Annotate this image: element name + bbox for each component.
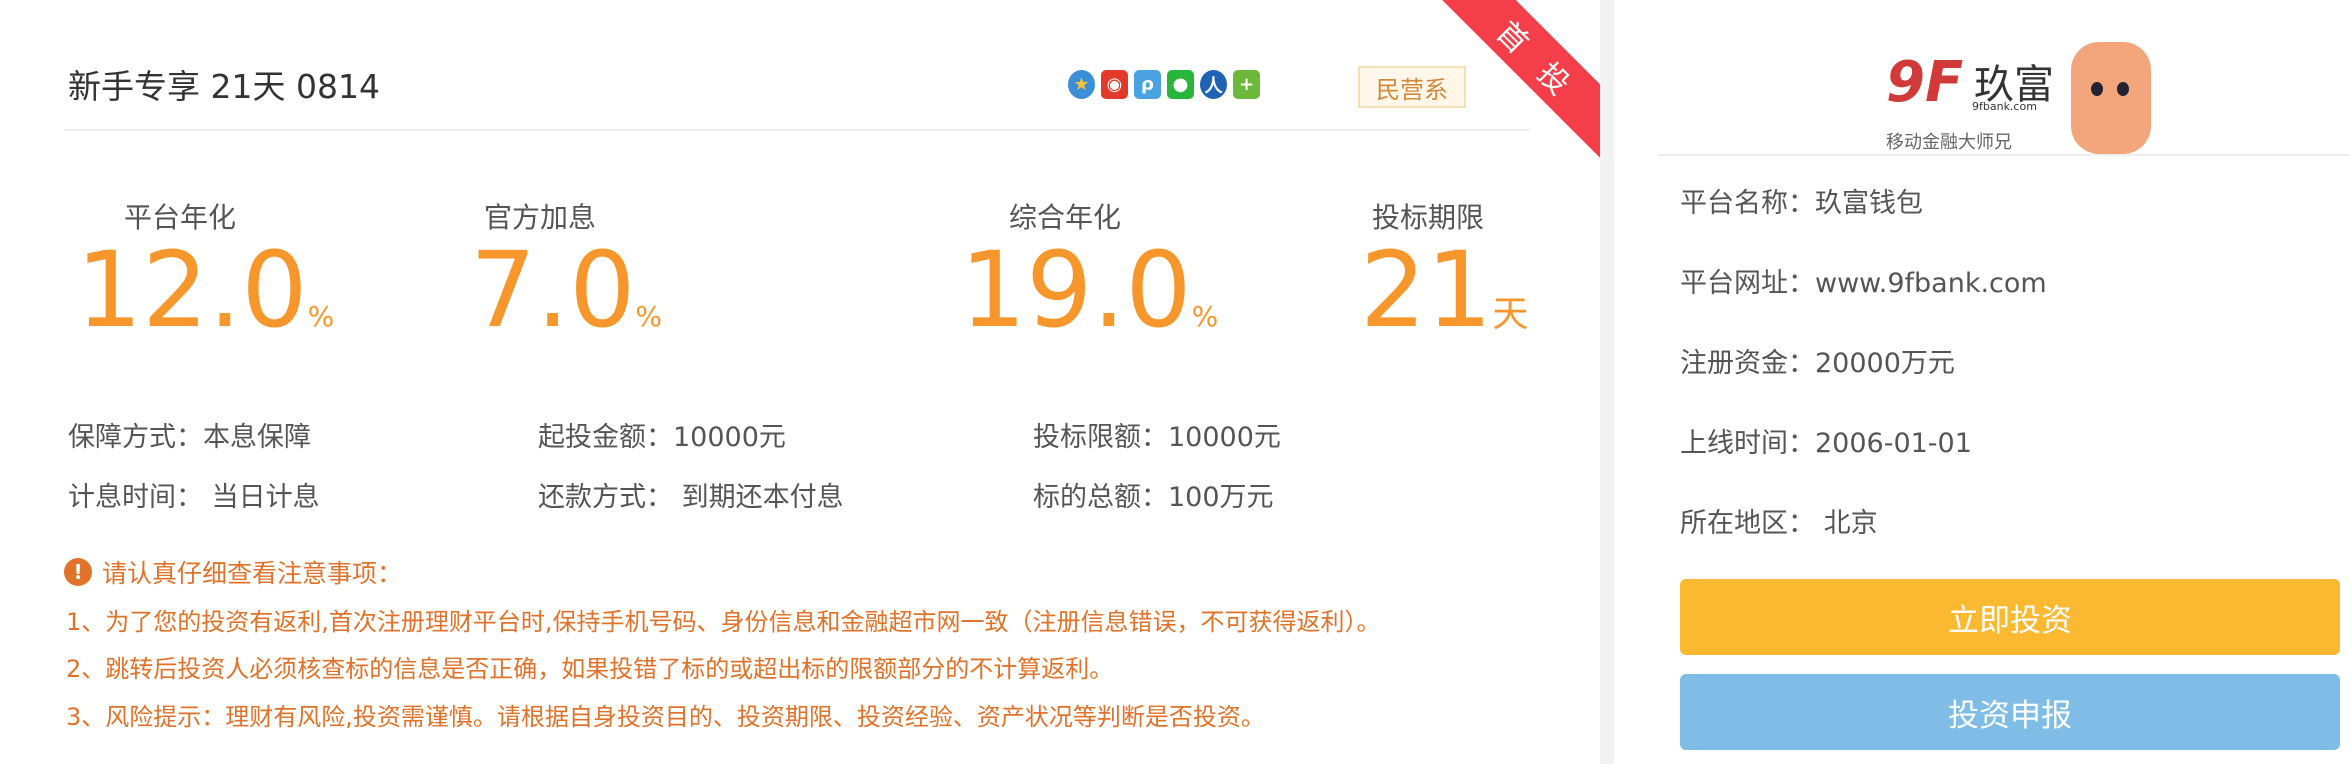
launch-date: 上线时间：2006-01-01	[1680, 428, 1972, 459]
renren-icon[interactable]: 人	[1200, 70, 1227, 99]
info-item: 计息时间： 当日计息	[68, 482, 320, 513]
more-share-icon[interactable]: +	[1233, 70, 1260, 99]
notice-item: 2、跳转后投资人必须核查标的信息是否正确，如果投错了标的或超出标的限额部分的不计…	[66, 655, 1114, 683]
platform-name: 平台名称：玖富钱包	[1680, 188, 1923, 219]
divider	[1658, 154, 2350, 156]
product-title: 新手专享 21天 0814	[68, 67, 380, 106]
registered-capital: 注册资金：20000万元	[1680, 348, 1955, 379]
company-type-tag: 民营系	[1358, 66, 1466, 108]
platform-logo: 9F 玖富 9fbank.com 移动金融大师兄	[1886, 42, 2176, 167]
info-item: 还款方式： 到期还本付息	[538, 482, 844, 513]
notice-item: 1、为了您的投资有返利,首次注册理财平台时,保持手机号码、身份信息和金融超市网一…	[66, 608, 1381, 636]
invest-now-button[interactable]: 立即投资	[1680, 579, 2340, 655]
notice-item: 3、风险提示：理财有风险,投资需谨慎。请根据自身投资目的、投资期限、投资经验、资…	[66, 703, 1265, 731]
total-rate: 19.0%	[960, 229, 1219, 351]
platform-url[interactable]: 平台网址：www.9fbank.com	[1680, 261, 2047, 300]
info-item: 起投金额：10000元	[538, 422, 786, 453]
logo-slogan: 移动金融大师兄	[1886, 132, 2012, 153]
platform-rate: 12.0%	[76, 229, 335, 351]
weibo-icon[interactable]: ◉	[1101, 70, 1128, 99]
wechat-icon[interactable]: ●	[1167, 70, 1194, 99]
product-panel: 新手专享 21天 0814 ★ ◉ ρ ● 人 + 民营系 首投 平台年化 官方…	[0, 0, 1600, 764]
share-bar: ★ ◉ ρ ● 人 +	[1068, 70, 1260, 99]
location: 所在地区： 北京	[1680, 508, 1878, 539]
warning-icon: !	[64, 558, 92, 586]
platform-panel: 9F 玖富 9fbank.com 移动金融大师兄 平台名称：玖富钱包 平台网址：…	[1614, 0, 2350, 764]
info-item: 标的总额：100万元	[1033, 482, 1274, 513]
notice-heading-text: 请认真仔细查看注意事项：	[102, 559, 403, 588]
gutter	[1600, 0, 1614, 764]
info-item: 投标限额：10000元	[1033, 422, 1281, 453]
term: 21天	[1360, 229, 1529, 351]
tencent-weibo-icon[interactable]: ρ	[1134, 70, 1161, 99]
report-investment-button[interactable]: 投资申报	[1680, 674, 2340, 750]
logo-9f: 9F	[1886, 50, 1964, 115]
info-item: 保障方式：本息保障	[68, 422, 311, 453]
bonus-rate: 7.0%	[470, 229, 663, 351]
notice-heading: ! 请认真仔细查看注意事项：	[64, 554, 402, 590]
qzone-icon[interactable]: ★	[1068, 70, 1095, 99]
logo-domain: 9fbank.com	[1972, 100, 2037, 113]
monkey-mascot-icon	[2071, 42, 2151, 154]
divider	[65, 129, 1530, 131]
